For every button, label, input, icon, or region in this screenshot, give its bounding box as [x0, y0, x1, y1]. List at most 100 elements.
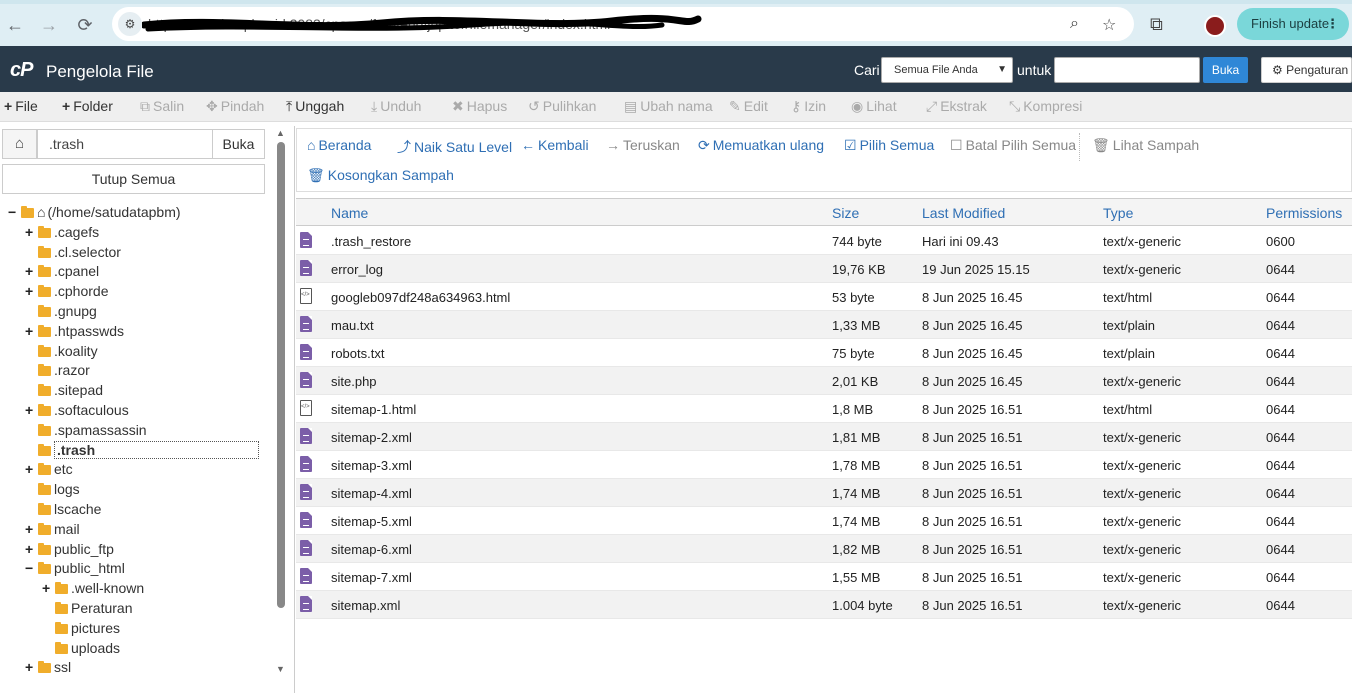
tree-item-softaculous[interactable]: + .softaculous [25, 400, 129, 420]
tree-item-peraturan[interactable]: Peraturan [42, 598, 132, 618]
table-row[interactable]: robots.txt 75 byte 8 Jun 2025 16.45 text/pl… [296, 339, 1352, 367]
extensions-icon[interactable]: ⧉ [1150, 14, 1163, 35]
table-row[interactable]: error_log 19,76 KB 19 Jun 2025 15.15 text/x… [296, 255, 1352, 283]
finish-update-button[interactable]: Finish update ⋮ [1237, 8, 1349, 40]
scroll-down-icon[interactable]: ▼ [276, 664, 285, 674]
toolbar-file-button[interactable]: + File [4, 98, 38, 114]
table-row[interactable]: sitemap-6.xml 1,82 MB 8 Jun 2025 16.51 text… [296, 535, 1352, 563]
pane-divider[interactable] [294, 126, 295, 693]
action-pilih-semua-button[interactable]: ☑ Pilih Semua [844, 137, 934, 154]
action-memuatkan-ulang-button[interactable]: ⟳ Memuatkan ulang [698, 137, 824, 154]
table-row[interactable]: sitemap-1.html 1,8 MB 8 Jun 2025 16.51 text… [296, 395, 1352, 423]
tree-item-lscache[interactable]: lscache [25, 499, 101, 519]
tree-item-public-ftp[interactable]: + public_ftp [25, 539, 114, 559]
tree-item-htpasswds[interactable]: + .htpasswds [25, 321, 124, 341]
tree-item-sitepad[interactable]: .sitepad [25, 380, 103, 400]
action-lihat-sampah-button[interactable]: 🗑 Lihat Sampah [1092, 137, 1199, 154]
tree-item-koality[interactable]: .koality [25, 341, 98, 361]
action-beranda-button[interactable]: ⌂ Beranda [307, 137, 371, 153]
avatar[interactable] [1204, 15, 1226, 37]
table-row[interactable]: .trash_restore 744 byte Hari ini 09.43 text… [296, 227, 1352, 255]
tree-scrollbar[interactable]: ▲ ▼ [275, 128, 287, 676]
tree-item-etc[interactable]: + etc [25, 459, 73, 479]
toolbar-izin-button[interactable]: ⚷ Izin [791, 98, 826, 115]
tree-item-cl-selector[interactable]: .cl.selector [25, 242, 121, 262]
expand-icon[interactable]: + [25, 222, 35, 242]
tree-item-cpanel[interactable]: + .cpanel [25, 261, 99, 281]
column-header-last-modified[interactable]: Last Modified [922, 205, 1005, 221]
toolbar-ubah-nama-button[interactable]: ▤ Ubah nama [624, 98, 713, 115]
forward-icon[interactable]: → [37, 13, 61, 37]
collapse-icon[interactable]: − [25, 558, 35, 578]
toolbar-kompresi-button[interactable]: ⤡ Kompresi [1009, 98, 1082, 115]
settings-button[interactable]: ⚙ Pengaturan [1261, 57, 1352, 83]
tree-item-well-known[interactable]: + .well-known [42, 578, 144, 598]
column-header-permissions[interactable]: Permissions [1266, 205, 1342, 221]
tree-item-mail[interactable]: + mail [25, 519, 80, 539]
toolbar-unggah-button[interactable]: ⤒ Unggah [286, 98, 344, 115]
toolbar-lihat-button[interactable]: ◉ Lihat [851, 98, 897, 115]
table-row[interactable]: sitemap-3.xml 1,78 MB 8 Jun 2025 16.51 text… [296, 451, 1352, 479]
table-row[interactable]: sitemap-2.xml 1,81 MB 8 Jun 2025 16.51 text… [296, 423, 1352, 451]
expand-icon[interactable]: + [42, 578, 52, 598]
toolbar-salin-button[interactable]: ⧉ Salin [140, 98, 184, 115]
table-row[interactable]: mau.txt 1,33 MB 8 Jun 2025 16.45 text/plain… [296, 311, 1352, 339]
action-kosongkan-sampah-button[interactable]: 🗑 Kosongkan Sampah [307, 167, 454, 184]
tree-item-pictures[interactable]: pictures [42, 618, 120, 638]
toolbar-ekstrak-button[interactable]: ⤢ Ekstrak [926, 98, 987, 115]
expand-icon[interactable]: + [25, 281, 35, 301]
cpanel-logo[interactable]: cP [10, 59, 33, 82]
table-row[interactable]: googleb097df248a634963.html 53 byte 8 Jun … [296, 283, 1352, 311]
collapse-all-button[interactable]: Tutup Semua [2, 164, 265, 194]
tree-item-cphorde[interactable]: + .cphorde [25, 281, 108, 301]
bookmark-star-icon[interactable]: ☆ [1102, 15, 1116, 35]
open-path-button[interactable]: Buka [212, 129, 265, 159]
tree-item-logs[interactable]: logs [25, 479, 80, 499]
table-row[interactable]: sitemap.xml 1.004 byte 8 Jun 2025 16.51 tex… [296, 591, 1352, 619]
collapse-icon[interactable]: − [8, 202, 18, 222]
search-go-button[interactable]: Buka [1203, 57, 1248, 83]
zoom-icon[interactable]: ⌕ [1070, 15, 1079, 33]
back-icon[interactable]: ← [3, 13, 27, 37]
site-settings-icon[interactable]: ⚙ [118, 12, 142, 36]
tree-item-razor[interactable]: .razor [25, 360, 90, 380]
column-header-type[interactable]: Type [1103, 205, 1133, 221]
scroll-up-icon[interactable]: ▲ [276, 128, 285, 138]
toolbar-pindah-button[interactable]: ✥ Pindah [206, 98, 264, 115]
action-naik-satu-level-button[interactable]: ⤴ Naik Satu Level [397, 137, 512, 157]
expand-icon[interactable]: + [25, 321, 35, 341]
tree-item-ssl[interactable]: + ssl [25, 657, 71, 677]
column-header-name[interactable]: Name [331, 205, 368, 221]
expand-icon[interactable]: + [25, 261, 35, 281]
tree-item-home-satudatapbm[interactable]: − ⌂ (/home/satudatapbm) [8, 202, 181, 222]
tree-item-trash[interactable]: .trash [25, 440, 260, 460]
expand-icon[interactable]: + [25, 657, 35, 677]
action-teruskan-button[interactable]: → Teruskan [606, 137, 680, 153]
tree-item-spamassassin[interactable]: .spamassassin [25, 420, 147, 440]
tree-item-cagefs[interactable]: + .cagefs [25, 222, 99, 242]
table-row[interactable]: sitemap-7.xml 1,55 MB 8 Jun 2025 16.51 text… [296, 563, 1352, 591]
action-kembali-button[interactable]: ← Kembali [521, 137, 589, 153]
expand-icon[interactable]: + [25, 400, 35, 420]
toolbar-hapus-button[interactable]: ✖ Hapus [452, 98, 507, 115]
table-row[interactable]: sitemap-4.xml 1,74 MB 8 Jun 2025 16.51 text… [296, 479, 1352, 507]
tree-item-uploads[interactable]: uploads [42, 638, 120, 658]
home-button[interactable]: ⌂ [2, 129, 37, 159]
tree-item-gnupg[interactable]: .gnupg [25, 301, 97, 321]
toolbar-unduh-button[interactable]: ⤓ Unduh [371, 98, 421, 115]
expand-icon[interactable]: + [25, 519, 35, 539]
path-input[interactable]: .trash [37, 129, 213, 159]
toolbar-folder-button[interactable]: + Folder [62, 98, 113, 114]
search-input[interactable] [1054, 57, 1200, 83]
address-bar[interactable]: ⚙ https://satudatapbm.id:2083/cpsess/fro… [112, 7, 1134, 41]
toolbar-edit-button[interactable]: ✎ Edit [729, 98, 768, 115]
toolbar-pulihkan-button[interactable]: ↺ Pulihkan [528, 98, 596, 115]
tree-item-public-html[interactable]: − public_html [25, 558, 125, 578]
expand-icon[interactable]: + [25, 539, 35, 559]
table-row[interactable]: sitemap-5.xml 1,74 MB 8 Jun 2025 16.51 text… [296, 507, 1352, 535]
column-header-size[interactable]: Size [832, 205, 859, 221]
expand-icon[interactable]: + [25, 459, 35, 479]
table-row[interactable]: site.php 2,01 KB 8 Jun 2025 16.45 text/x-ge… [296, 367, 1352, 395]
action-batal-pilih-semua-button[interactable]: ☐ Batal Pilih Semua [950, 137, 1076, 154]
scroll-thumb[interactable] [277, 142, 285, 608]
